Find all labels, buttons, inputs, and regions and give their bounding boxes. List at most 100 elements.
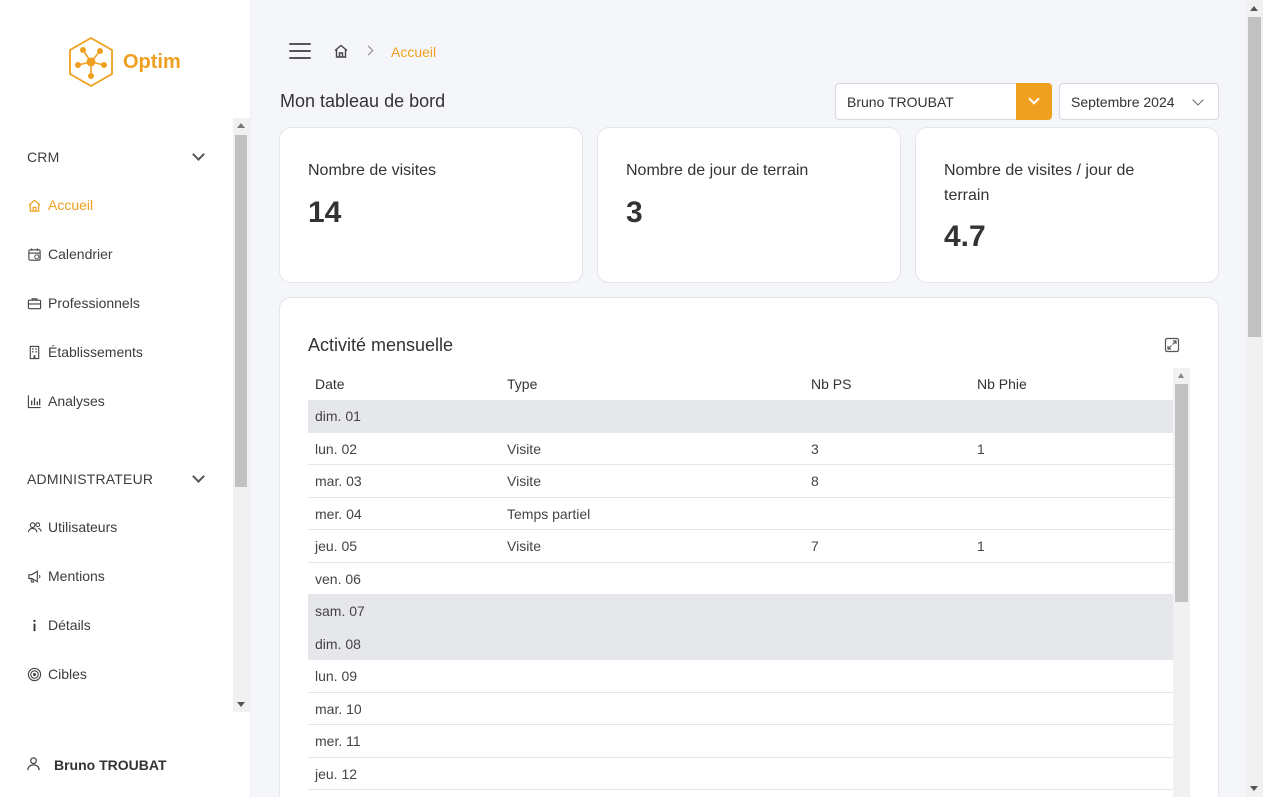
current-user-name: Bruno TROUBAT bbox=[54, 757, 167, 773]
chevron-down-icon bbox=[192, 470, 205, 483]
cell-type: Visite bbox=[507, 538, 541, 554]
kpi-value: 4.7 bbox=[944, 220, 986, 253]
user-select[interactable]: Bruno TROUBAT bbox=[835, 83, 1052, 120]
user-select-dropdown-button[interactable] bbox=[1016, 83, 1052, 120]
section-title: CRM bbox=[27, 149, 60, 165]
sidebar-item-details[interactable]: Détails bbox=[26, 617, 91, 633]
user-icon bbox=[26, 756, 41, 774]
home-icon[interactable] bbox=[333, 43, 349, 64]
target-icon bbox=[26, 666, 42, 682]
cell-nb-phie: 1 bbox=[977, 538, 985, 554]
cell-date: mer. 04 bbox=[315, 505, 362, 522]
cell-type: Temps partiel bbox=[507, 505, 591, 522]
scroll-down-arrow-icon[interactable] bbox=[237, 702, 245, 707]
expand-icon[interactable] bbox=[1164, 337, 1180, 358]
page-scrollbar[interactable] bbox=[1246, 0, 1263, 797]
scroll-down-arrow-icon[interactable] bbox=[1250, 786, 1258, 791]
cell-date: jeu. 12 bbox=[315, 765, 358, 782]
cell-date: lun. 02 bbox=[315, 440, 358, 457]
current-user[interactable]: Bruno TROUBAT bbox=[26, 756, 167, 774]
table-row[interactable]: ven. 06 bbox=[308, 562, 1173, 595]
cell-date: mar. 10 bbox=[315, 700, 362, 717]
chevron-down-icon bbox=[192, 148, 205, 161]
kpi-card-visits: Nombre de visites 14 bbox=[279, 127, 583, 283]
cell-date: ven. 06 bbox=[315, 570, 361, 587]
cell-date: mer. 11 bbox=[315, 733, 361, 749]
sidebar-item-label: Calendrier bbox=[48, 246, 113, 262]
section-administrateur[interactable]: ADMINISTRATEUR bbox=[27, 470, 207, 487]
chevron-right-icon bbox=[363, 45, 374, 56]
breadcrumb-current[interactable]: Accueil bbox=[391, 44, 436, 60]
table-row[interactable]: dim. 01 bbox=[308, 400, 1173, 433]
scroll-up-arrow-icon[interactable] bbox=[1178, 373, 1184, 378]
month-select-value: Septembre 2024 bbox=[1071, 94, 1175, 110]
scroll-up-arrow-icon[interactable] bbox=[1250, 6, 1258, 11]
table-row[interactable]: lun. 09 bbox=[308, 660, 1173, 693]
sidebar-item-label: Établissements bbox=[48, 344, 143, 360]
cell-date: dim. 08 bbox=[315, 635, 361, 652]
sidebar-item-professionnels[interactable]: Professionnels bbox=[26, 295, 140, 311]
scrollbar-thumb[interactable] bbox=[235, 135, 247, 487]
table-header: Date Type Nb PS Nb Phie bbox=[308, 368, 1173, 400]
month-select[interactable]: Septembre 2024 bbox=[1059, 83, 1219, 120]
section-crm[interactable]: CRM bbox=[27, 148, 207, 165]
sidebar-item-analyses[interactable]: Analyses bbox=[26, 393, 105, 409]
sidebar-item-label: Accueil bbox=[48, 197, 94, 213]
app-name: Optim bbox=[123, 50, 181, 73]
sidebar-item-cibles[interactable]: Cibles bbox=[26, 666, 87, 682]
table-row[interactable]: jeu. 12 bbox=[308, 757, 1173, 790]
sidebar-item-label: Détails bbox=[48, 617, 91, 633]
kpi-label: Nombre de jour de terrain bbox=[626, 162, 809, 179]
scroll-up-arrow-icon[interactable] bbox=[237, 123, 245, 128]
column-header-date[interactable]: Date bbox=[315, 376, 345, 392]
column-header-nb-ps[interactable]: Nb PS bbox=[811, 376, 851, 392]
menu-toggle-icon[interactable] bbox=[289, 43, 311, 64]
sidebar-item-etablissements[interactable]: Établissements bbox=[26, 344, 143, 360]
kpi-card-field-days: Nombre de jour de terrain 3 bbox=[597, 127, 901, 283]
cell-date: sam. 07 bbox=[315, 603, 365, 619]
table-row[interactable]: jeu. 05 Visite 7 1 bbox=[308, 530, 1173, 563]
calendar-icon bbox=[26, 246, 42, 262]
table-row[interactable]: mar. 10 bbox=[308, 692, 1173, 725]
table-row[interactable]: sam. 07 bbox=[308, 595, 1173, 628]
cell-date: lun. 09 bbox=[315, 668, 358, 684]
sidebar-item-label: Professionnels bbox=[48, 295, 140, 311]
sidebar-item-utilisateurs[interactable]: Utilisateurs bbox=[26, 519, 117, 535]
cell-nb-ps: 3 bbox=[811, 440, 819, 457]
sidebar-scrollbar[interactable] bbox=[233, 118, 250, 712]
table-scrollbar[interactable] bbox=[1173, 368, 1190, 797]
kpi-value: 3 bbox=[626, 196, 643, 229]
table-row[interactable]: dim. 08 bbox=[308, 627, 1173, 660]
chevron-down-icon bbox=[1028, 93, 1040, 105]
scrollbar-thumb[interactable] bbox=[1248, 17, 1261, 337]
sidebar-item-mentions[interactable]: Mentions bbox=[26, 568, 105, 584]
sidebar-item-calendrier[interactable]: Calendrier bbox=[26, 246, 113, 262]
scrollbar-thumb[interactable] bbox=[1175, 384, 1188, 602]
table-row[interactable]: mer. 04 Temps partiel bbox=[308, 497, 1173, 530]
table-row[interactable]: mer. 11 bbox=[308, 725, 1173, 758]
section-title: ADMINISTRATEUR bbox=[27, 471, 154, 487]
activity-table: Date Type Nb PS Nb Phie dim. 01 lun. 02 Vi… bbox=[308, 368, 1173, 790]
bar-chart-icon bbox=[26, 393, 42, 409]
users-icon bbox=[26, 519, 42, 535]
home-icon bbox=[26, 197, 42, 213]
sidebar-item-label: Analyses bbox=[48, 393, 105, 409]
kpi-label: Nombre de visites bbox=[308, 162, 437, 179]
column-header-nb-phie[interactable]: Nb Phie bbox=[977, 376, 1027, 392]
column-header-type[interactable]: Type bbox=[507, 376, 537, 392]
cell-nb-ps: 8 bbox=[811, 473, 819, 489]
table-row[interactable]: lun. 02 Visite 3 1 bbox=[308, 432, 1173, 465]
chevron-down-icon bbox=[1192, 94, 1204, 106]
sidebar: Optim CRM Accueil Calendrier Professionn… bbox=[0, 0, 251, 797]
cell-date: mar. 03 bbox=[315, 473, 362, 489]
briefcase-icon bbox=[26, 295, 42, 311]
megaphone-icon bbox=[26, 568, 42, 584]
cell-nb-phie: 1 bbox=[977, 440, 985, 457]
info-icon bbox=[26, 617, 42, 633]
page-title: Mon tableau de bord bbox=[280, 91, 446, 111]
table-row[interactable]: mar. 03 Visite 8 bbox=[308, 465, 1173, 498]
sidebar-item-label: Cibles bbox=[48, 666, 87, 682]
cell-date: dim. 01 bbox=[315, 408, 361, 424]
app-logo[interactable]: Optim bbox=[67, 36, 181, 88]
sidebar-item-accueil[interactable]: Accueil bbox=[26, 197, 93, 213]
